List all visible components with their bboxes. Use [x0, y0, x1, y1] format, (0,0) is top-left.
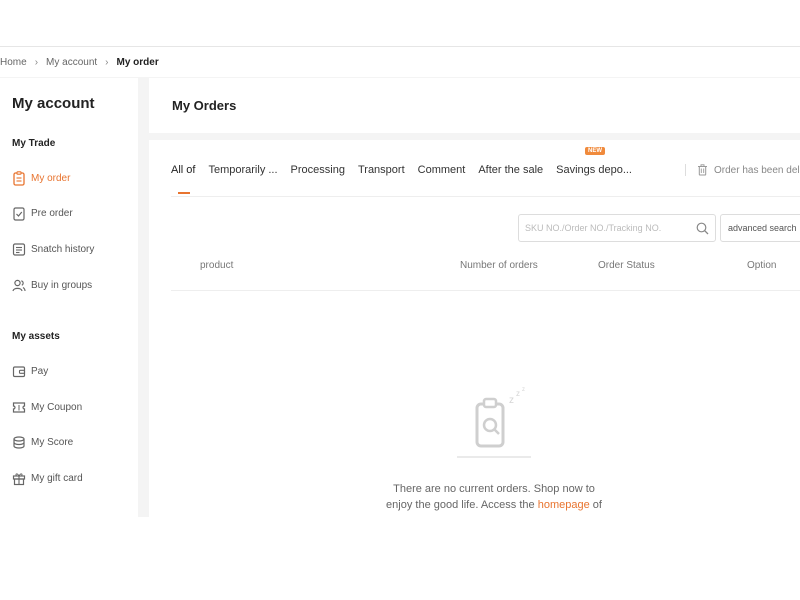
sidebar-item-label: Pay: [31, 365, 49, 377]
empty-state-suffix: of: [589, 499, 602, 511]
breadcrumb-separator: ›: [105, 56, 109, 68]
deleted-orders-label: Order has been dele: [714, 164, 800, 176]
deleted-orders-link[interactable]: Order has been dele: [697, 162, 800, 178]
page: Home › My account › My order My account …: [0, 0, 800, 600]
empty-state-prefix: enjoy the good life. Access the: [386, 499, 538, 511]
new-badge: NEW: [585, 147, 605, 155]
group-icon: [12, 277, 26, 293]
breadcrumb-home[interactable]: Home: [0, 57, 27, 68]
sidebar-item-my-score[interactable]: My Score: [12, 433, 73, 451]
coins-icon: [12, 434, 26, 450]
tab-transport[interactable]: Transport: [358, 164, 405, 176]
sidebar-item-my-order[interactable]: My order: [12, 169, 70, 187]
svg-text:z: z: [516, 389, 520, 398]
tab-savings-deposit[interactable]: Savings depo...: [556, 164, 632, 176]
order-icon: [12, 170, 26, 186]
column-header-number-of-orders: Number of orders: [460, 260, 538, 271]
tabs-divider-line: [171, 196, 800, 197]
tab-all[interactable]: All of: [171, 164, 195, 176]
sidebar-item-label: Pre order: [31, 207, 73, 219]
sidebar-title: My account: [12, 95, 95, 112]
tab-after-sale[interactable]: After the sale: [478, 164, 543, 176]
search-icon[interactable]: [696, 222, 709, 235]
order-tabs: All of Temporarily ... Processing Transp…: [171, 162, 645, 178]
svg-text:z: z: [509, 395, 514, 406]
sidebar-item-label: Buy in groups: [31, 279, 93, 291]
sidebar-item-pay[interactable]: Pay: [12, 362, 48, 380]
order-search: [518, 214, 716, 242]
tab-processing[interactable]: Processing: [291, 164, 345, 176]
sidebar-item-label: My order: [31, 172, 71, 184]
trash-icon: [698, 164, 707, 176]
tabs-divider: [685, 164, 686, 176]
sidebar-item-my-coupon[interactable]: My Coupon: [12, 398, 82, 416]
sidebar-item-buy-in-groups[interactable]: Buy in groups: [12, 276, 92, 294]
tab-temporarily[interactable]: Temporarily ...: [208, 164, 277, 176]
homepage-link[interactable]: homepage: [538, 499, 590, 511]
sidebar-item-label: My gift card: [31, 472, 83, 484]
advanced-search-button[interactable]: advanced search ▾: [720, 214, 800, 242]
bottom-margin: [0, 517, 800, 600]
tab-comment[interactable]: Comment: [418, 164, 466, 176]
coupon-icon: [12, 399, 26, 415]
advanced-search-label: advanced search: [728, 223, 797, 233]
sidebar-item-my-gift-card[interactable]: My gift card: [12, 469, 83, 487]
orders-panel: NEW All of Temporarily ... Processing Tr…: [149, 140, 800, 517]
active-tab-indicator: [178, 192, 190, 194]
sidebar-heading-assets: My assets: [12, 331, 60, 342]
breadcrumb: Home › My account › My order: [0, 47, 800, 77]
svg-text:z: z: [522, 387, 525, 393]
breadcrumb-account[interactable]: My account: [46, 57, 97, 68]
gift-icon: [12, 470, 26, 486]
empty-orders-icon: z z z: [457, 387, 531, 458]
checklist-icon: [12, 205, 26, 221]
empty-state-line-1: There are no current orders. Shop now to: [393, 483, 595, 495]
sidebar-item-snatch-history[interactable]: Snatch history: [12, 240, 94, 258]
sidebar-heading-trade: My Trade: [12, 138, 56, 149]
page-title: My Orders: [172, 98, 237, 113]
sidebar-item-pre-order[interactable]: Pre order: [12, 204, 73, 222]
sidebar: My account My Trade My order Pre order S…: [0, 78, 138, 517]
sidebar-item-label: My Score: [31, 436, 74, 448]
table-header-divider: [171, 290, 800, 291]
breadcrumb-current: My order: [116, 56, 159, 68]
column-header-option: Option: [747, 260, 777, 271]
empty-state-line-2: enjoy the good life. Access the homepage…: [149, 497, 800, 513]
empty-state-message: There are no current orders. Shop now to…: [149, 481, 800, 513]
sidebar-item-label: My Coupon: [31, 401, 83, 413]
breadcrumb-separator: ›: [34, 56, 39, 68]
sidebar-item-label: Snatch history: [31, 243, 95, 255]
page-header: My Orders: [149, 78, 800, 133]
search-input[interactable]: [525, 223, 690, 233]
wallet-icon: [12, 363, 26, 379]
column-header-order-status: Order Status: [598, 260, 655, 271]
column-header-product: product: [200, 260, 234, 271]
history-icon: [12, 241, 26, 257]
